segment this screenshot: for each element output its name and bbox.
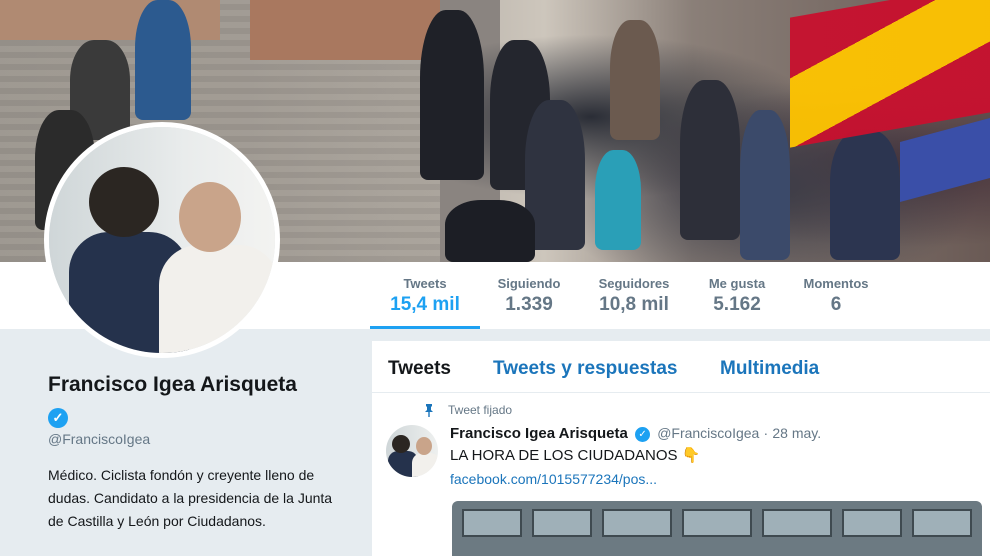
stat-value: 15,4 mil (390, 294, 460, 315)
media-window (462, 509, 522, 537)
avatar-figure (412, 453, 438, 477)
timeline-tabs: Tweets Tweets y respuestas Multimedia (372, 341, 990, 393)
pin-icon (425, 404, 433, 417)
tweet-media-image[interactable] (452, 501, 982, 556)
tweet-link[interactable]: facebook.com/1015577234/pos... (450, 471, 657, 487)
verified-badge-icon: ✓ (635, 427, 651, 442)
stat-label: Me gusta (708, 276, 766, 291)
stat-followers[interactable]: Seguidores 10,8 mil (579, 276, 689, 316)
tweet-date[interactable]: 28 may. (772, 425, 821, 441)
avatar-figure (89, 167, 159, 237)
header-photo-person (135, 0, 191, 120)
tab-tweets[interactable]: Tweets (388, 358, 451, 380)
header-photo-element (250, 0, 440, 60)
tweet-separator: · (763, 425, 769, 441)
tweet-header: Francisco Igea Arisqueta ✓ @FranciscoIge… (450, 425, 821, 442)
avatar-figure (179, 182, 241, 252)
verified-badge-icon: ✓ (48, 408, 68, 428)
media-window (602, 509, 672, 537)
profile-bio: Médico. Ciclista fondón y creyente lleno… (48, 467, 333, 529)
media-window (682, 509, 752, 537)
stat-moments[interactable]: Momentos 6 (781, 276, 891, 316)
media-window (842, 509, 902, 537)
header-photo-person (420, 10, 484, 180)
stat-label: Momentos (803, 276, 869, 291)
header-photo-person (740, 110, 790, 260)
header-photo-person (610, 20, 660, 140)
header-photo-person (830, 130, 900, 260)
stat-value: 5.162 (713, 294, 761, 315)
profile-avatar[interactable] (44, 122, 280, 358)
stat-following[interactable]: Siguiendo 1.339 (474, 276, 584, 316)
stat-value: 1.339 (505, 294, 553, 315)
profile-name[interactable]: Francisco Igea Arisqueta (48, 373, 297, 397)
media-window (912, 509, 972, 537)
tweet-text: LA HORA DE LOS CIUDADANOS 👇 (450, 447, 701, 464)
stat-label: Tweets (403, 276, 447, 291)
tweet-author-handle[interactable]: @FranciscoIgea (657, 425, 759, 441)
stat-value: 6 (830, 294, 842, 315)
tab-tweets-and-replies[interactable]: Tweets y respuestas (493, 358, 677, 380)
tweet-author-name[interactable]: Francisco Igea Arisqueta (450, 425, 628, 442)
header-photo-person (595, 150, 641, 250)
stat-tweets[interactable]: Tweets 15,4 mil (370, 276, 480, 329)
timeline: Tweets Tweets y respuestas Multimedia Tw… (372, 341, 990, 556)
tab-media[interactable]: Multimedia (720, 358, 819, 380)
stat-label: Seguidores (598, 276, 670, 291)
avatar-figure (392, 435, 410, 453)
avatar-figure (416, 437, 432, 455)
media-window (532, 509, 592, 537)
stat-label: Siguiendo (497, 276, 561, 291)
header-photo-person (680, 80, 740, 240)
media-window (762, 509, 832, 537)
stat-value: 10,8 mil (599, 294, 669, 315)
stat-likes[interactable]: Me gusta 5.162 (682, 276, 792, 316)
profile-handle[interactable]: @FranciscoIgea (48, 431, 150, 447)
pinned-tweet-label: Tweet fijado (448, 403, 513, 417)
avatar-figure (159, 245, 275, 353)
header-photo-person (445, 200, 535, 262)
tweet-author-avatar[interactable] (386, 425, 438, 477)
profile-info: Francisco Igea Arisqueta ✓ @FranciscoIge… (0, 330, 370, 556)
